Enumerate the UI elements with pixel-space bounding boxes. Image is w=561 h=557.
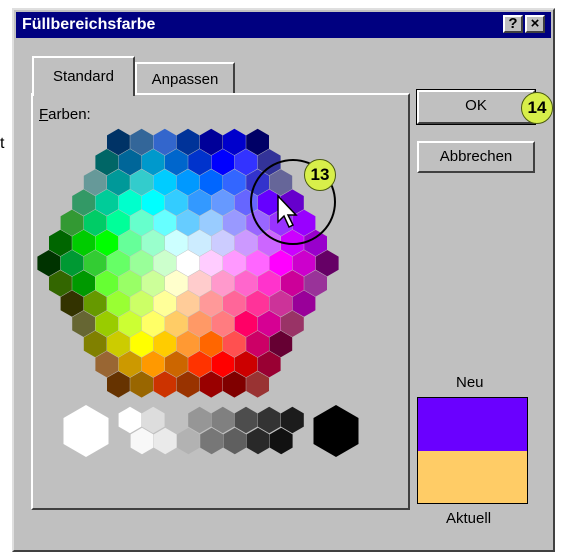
annotation-badge-13: 13 [304,159,336,191]
gray-swatch[interactable] [223,427,247,455]
background-text-fragment: t [0,135,5,152]
gray-swatch[interactable] [269,427,293,455]
annotation-badge-14: 14 [521,92,553,124]
white-swatch[interactable] [63,405,109,457]
gray-swatch[interactable] [165,406,188,434]
black-swatch[interactable] [313,405,359,457]
gray-swatch[interactable] [281,406,304,434]
current-color-label: Aktuell [446,510,492,527]
current-color-swatch [418,450,527,503]
gray-swatch[interactable] [177,427,200,455]
fill-color-dialog: Füllbereichsfarbe ? × Standard Anpassen … [12,8,555,552]
gray-swatch[interactable] [200,427,223,455]
gray-swatch[interactable] [257,406,281,434]
ok-button[interactable]: OK [416,89,536,125]
new-color-label: Neu [456,374,484,391]
gray-swatch[interactable] [188,406,211,434]
gray-swatch[interactable] [130,427,154,455]
gray-swatch[interactable] [234,406,258,434]
cancel-button[interactable]: Abbrechen [417,141,535,173]
color-palette[interactable] [14,10,414,470]
gray-swatch[interactable] [211,406,235,434]
gray-swatch[interactable] [153,427,177,455]
gray-swatch[interactable] [141,406,165,434]
color-preview [417,397,528,504]
new-color-swatch [418,398,527,451]
close-button[interactable]: × [525,15,545,33]
gray-swatch[interactable] [246,427,270,455]
gray-swatch[interactable] [118,406,142,434]
help-button[interactable]: ? [503,15,523,33]
